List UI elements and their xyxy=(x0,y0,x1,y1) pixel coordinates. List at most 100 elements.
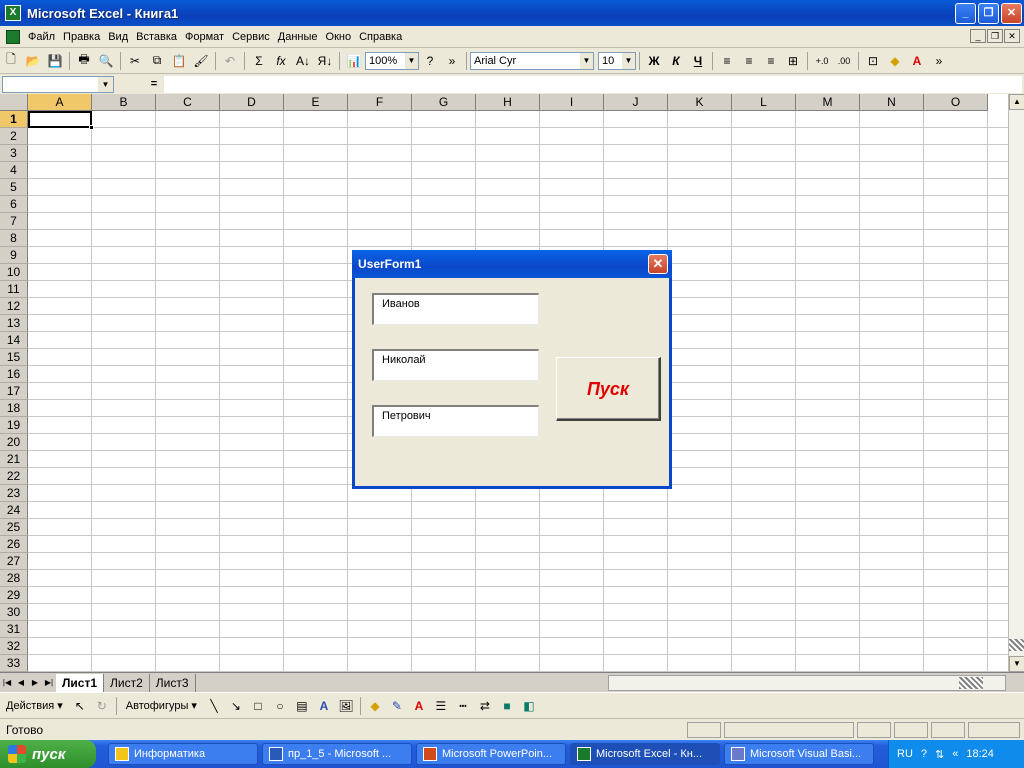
sort-descending-icon[interactable]: Я↓ xyxy=(314,50,336,72)
menu-view[interactable]: Вид xyxy=(104,31,132,43)
column-header[interactable]: I xyxy=(540,94,604,111)
column-header[interactable]: D xyxy=(220,94,284,111)
doc-close-button[interactable]: ✕ xyxy=(1004,29,1020,43)
oval-icon[interactable]: ○ xyxy=(269,695,291,717)
arrow-style-icon[interactable]: ⇄ xyxy=(474,695,496,717)
row-header[interactable]: 17 xyxy=(0,383,28,400)
column-header[interactable]: C xyxy=(156,94,220,111)
row-header[interactable]: 6 xyxy=(0,196,28,213)
row-header[interactable]: 13 xyxy=(0,315,28,332)
menu-edit[interactable]: Правка xyxy=(59,31,104,43)
row-header[interactable]: 3 xyxy=(0,145,28,162)
close-button[interactable]: ✕ xyxy=(1001,3,1022,24)
row-header[interactable]: 24 xyxy=(0,502,28,519)
row-header[interactable]: 23 xyxy=(0,485,28,502)
row-header[interactable]: 29 xyxy=(0,587,28,604)
row-header[interactable]: 33 xyxy=(0,655,28,672)
align-left-icon[interactable]: ≡ xyxy=(716,50,738,72)
cut-icon[interactable]: ✂ xyxy=(124,50,146,72)
font-color-icon[interactable]: A xyxy=(408,695,430,717)
row-header[interactable]: 19 xyxy=(0,417,28,434)
italic-button[interactable]: К xyxy=(665,50,687,72)
name-box[interactable]: ▼ xyxy=(2,75,114,93)
sort-ascending-icon[interactable]: A↓ xyxy=(292,50,314,72)
row-header[interactable]: 18 xyxy=(0,400,28,417)
row-header[interactable]: 27 xyxy=(0,553,28,570)
line-style-icon[interactable]: ☰ xyxy=(430,695,452,717)
menu-file[interactable]: Файл xyxy=(24,31,59,43)
row-header[interactable]: 26 xyxy=(0,536,28,553)
align-right-icon[interactable]: ≡ xyxy=(760,50,782,72)
language-indicator[interactable]: RU xyxy=(897,748,913,760)
decrease-decimal-icon[interactable]: .00 xyxy=(833,50,855,72)
row-header[interactable]: 25 xyxy=(0,519,28,536)
row-header[interactable]: 14 xyxy=(0,332,28,349)
toolbar-options-icon[interactable]: » xyxy=(441,50,463,72)
start-button[interactable]: пуск xyxy=(0,740,96,768)
start-run-button[interactable]: Пуск xyxy=(556,357,661,421)
last-sheet-icon[interactable]: ▶| xyxy=(42,676,56,690)
increase-decimal-icon[interactable]: +.0 xyxy=(811,50,833,72)
network-icon[interactable]: ⇅ xyxy=(935,748,944,761)
row-header[interactable]: 11 xyxy=(0,281,28,298)
menu-tools[interactable]: Сервис xyxy=(228,31,274,43)
dash-style-icon[interactable]: ┅ xyxy=(452,695,474,717)
row-header[interactable]: 8 xyxy=(0,230,28,247)
borders-icon[interactable]: ⊡ xyxy=(862,50,884,72)
column-header[interactable]: A xyxy=(28,94,92,111)
actions-menu[interactable]: Действия ▾ xyxy=(0,699,69,712)
show-hidden-icon[interactable]: « xyxy=(952,748,958,760)
zoom-select[interactable]: 100% ▼ xyxy=(365,51,419,70)
copy-icon[interactable]: ⧉ xyxy=(146,50,168,72)
sheet-tab-3[interactable]: Лист3 xyxy=(150,673,196,692)
select-objects-icon[interactable]: ↖ xyxy=(69,695,91,717)
3d-icon[interactable]: ◧ xyxy=(518,695,540,717)
row-header[interactable]: 9 xyxy=(0,247,28,264)
first-sheet-icon[interactable]: |◀ xyxy=(0,676,14,690)
wordart-icon[interactable]: A xyxy=(313,695,335,717)
rectangle-icon[interactable]: □ xyxy=(247,695,269,717)
scroll-up-icon[interactable]: ▲ xyxy=(1009,94,1024,110)
column-header[interactable]: F xyxy=(348,94,412,111)
format-painter-icon[interactable]: 🖌 xyxy=(190,50,212,72)
userform-close-button[interactable]: ✕ xyxy=(648,254,668,274)
sheet-tab-2[interactable]: Лист2 xyxy=(104,673,150,692)
free-rotate-icon[interactable]: ↻ xyxy=(91,695,113,717)
column-header[interactable]: E xyxy=(284,94,348,111)
autoshapes-menu[interactable]: Автофигуры ▾ xyxy=(120,699,203,712)
column-header[interactable]: J xyxy=(604,94,668,111)
font-size-select[interactable]: 10 ▼ xyxy=(598,51,636,70)
select-all-corner[interactable] xyxy=(0,94,28,111)
column-header[interactable]: K xyxy=(668,94,732,111)
column-header[interactable]: L xyxy=(732,94,796,111)
row-header[interactable]: 2 xyxy=(0,128,28,145)
minimize-button[interactable]: _ xyxy=(955,3,976,24)
row-header[interactable]: 5 xyxy=(0,179,28,196)
function-icon[interactable]: fx xyxy=(270,50,292,72)
print-preview-icon[interactable]: 🔍 xyxy=(95,50,117,72)
open-icon[interactable]: 📂 xyxy=(22,50,44,72)
horizontal-scroll-thumb[interactable] xyxy=(959,677,983,689)
vertical-scrollbar[interactable]: ▲ ▼ xyxy=(1008,94,1024,672)
row-header[interactable]: 21 xyxy=(0,451,28,468)
workbook-icon[interactable] xyxy=(6,29,20,44)
column-header[interactable]: G xyxy=(412,94,476,111)
row-header[interactable]: 7 xyxy=(0,213,28,230)
toolbar-options-icon[interactable]: » xyxy=(928,50,950,72)
new-icon[interactable]: 🗋 xyxy=(0,50,22,72)
column-header[interactable]: O xyxy=(924,94,988,111)
row-header[interactable]: 12 xyxy=(0,298,28,315)
doc-restore-button[interactable]: ❐ xyxy=(987,29,1003,43)
line-icon[interactable]: ╲ xyxy=(203,695,225,717)
chevron-down-icon[interactable]: ▼ xyxy=(98,76,113,92)
row-header[interactable]: 22 xyxy=(0,468,28,485)
vertical-scroll-thumb[interactable] xyxy=(1009,639,1024,651)
scroll-down-icon[interactable]: ▼ xyxy=(1009,656,1024,672)
task-informatika[interactable]: Информатика xyxy=(108,743,258,765)
menu-data[interactable]: Данные xyxy=(274,31,322,43)
textbox-first-name[interactable]: Николай xyxy=(372,349,539,381)
bold-button[interactable]: Ж xyxy=(643,50,665,72)
undo-icon[interactable]: ↶ xyxy=(219,50,241,72)
menu-window[interactable]: Окно xyxy=(322,31,356,43)
row-header[interactable]: 32 xyxy=(0,638,28,655)
